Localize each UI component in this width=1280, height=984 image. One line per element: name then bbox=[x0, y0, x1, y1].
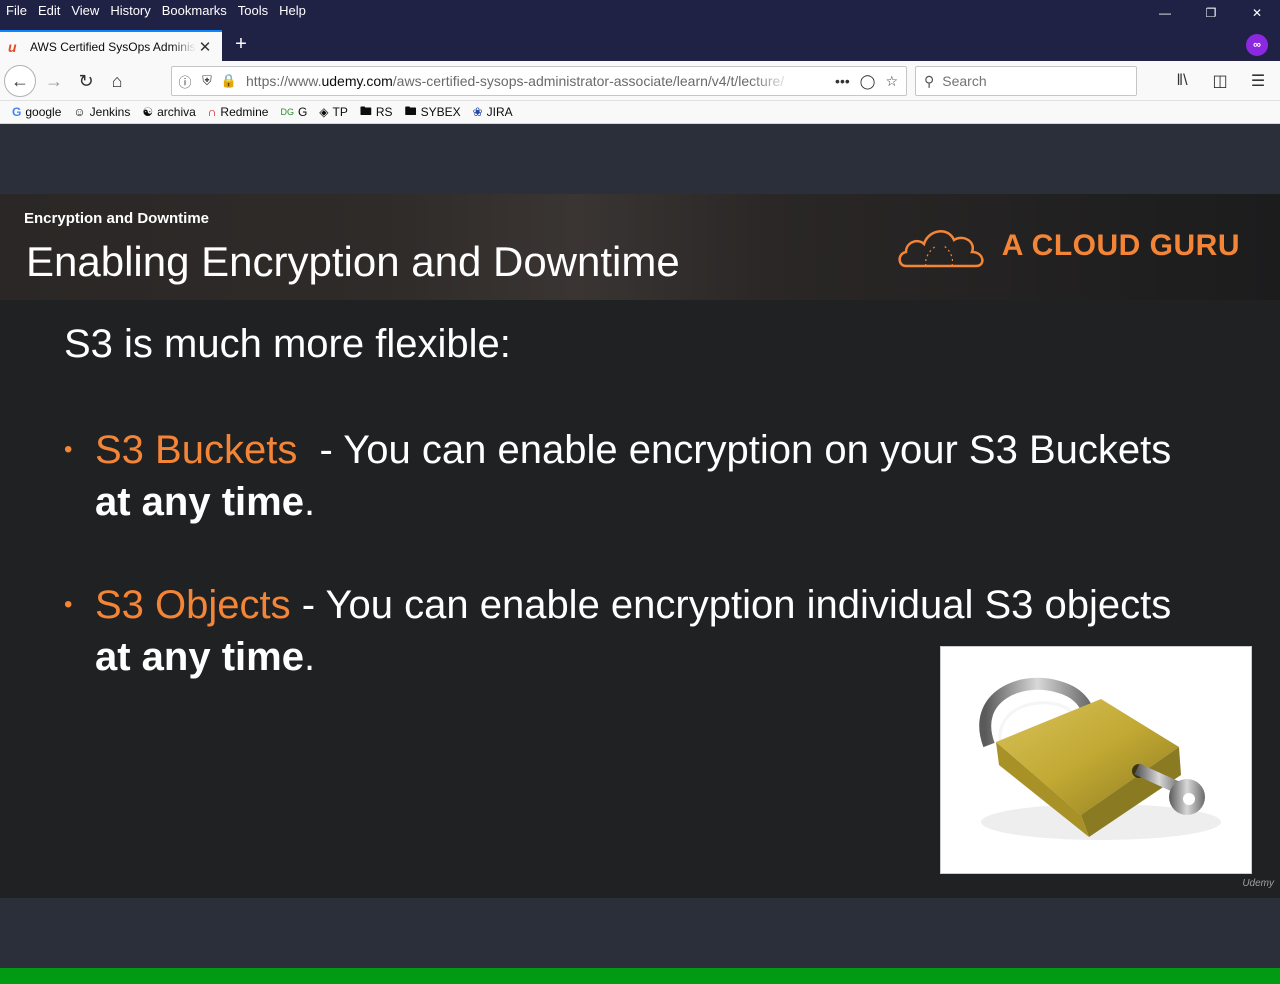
info-icon[interactable]: ⓘ bbox=[176, 72, 194, 91]
padlock-image bbox=[940, 646, 1252, 874]
bullet-s3-buckets: • S3 Buckets - You can enable encryption… bbox=[64, 424, 1224, 528]
minimize-button[interactable]: — bbox=[1142, 0, 1188, 26]
bookmark-jenkins[interactable]: ☺ Jenkins bbox=[73, 105, 130, 119]
menu-help[interactable]: Help bbox=[279, 3, 306, 18]
bookmarks-toolbar: Ggoogle ☺ Jenkins ☯ archiva ∩ Redmine DG G ◈… bbox=[0, 101, 1280, 124]
menu-bookmarks[interactable]: Bookmarks bbox=[162, 3, 227, 18]
bookmark-archiva[interactable]: ☯ archiva bbox=[142, 105, 195, 119]
bookmark-g[interactable]: DG G bbox=[280, 105, 307, 119]
jira-icon: ❀ bbox=[472, 105, 483, 119]
tab-strip: u AWS Certified SysOps Administ ✕ + ∞ bbox=[0, 26, 1280, 61]
bullet-strong: at any time bbox=[95, 635, 304, 679]
url-bar[interactable]: ⓘ ⛨ 🔒 https://www.udemy.com/aws-certifie… bbox=[171, 66, 907, 96]
brand-name: A CLOUD GURU bbox=[1001, 229, 1240, 262]
a-cloud-guru-logo: A CLOUD GURU bbox=[896, 220, 1240, 272]
bullet-dot: • bbox=[64, 436, 73, 463]
close-tab-icon[interactable]: ✕ bbox=[196, 38, 214, 56]
slide-title: Enabling Encryption and Downtime bbox=[26, 238, 680, 285]
video-progress-bar[interactable] bbox=[0, 968, 1280, 984]
udemy-watermark: Udemy bbox=[1242, 878, 1274, 889]
slide-subtitle: Encryption and Downtime bbox=[24, 210, 210, 227]
tracking-shield-icon[interactable]: ⛨ bbox=[198, 73, 216, 89]
menu-history[interactable]: History bbox=[110, 3, 150, 18]
bookmark-jira[interactable]: ❀ JIRA bbox=[473, 105, 513, 119]
restore-button[interactable]: ❐ bbox=[1188, 0, 1234, 26]
slide-header: Encryption and Downtime Enabling Encrypt… bbox=[0, 194, 1280, 300]
bullet-highlight: S3 Objects bbox=[95, 583, 291, 627]
globe-icon: ☯ bbox=[142, 105, 154, 119]
google-icon: G bbox=[12, 105, 22, 119]
padlock-icon bbox=[979, 677, 1221, 840]
title-bar: File Edit View History Bookmarks Tools H… bbox=[0, 0, 1280, 26]
url-actions: ••• ◯ ☆ bbox=[835, 73, 906, 90]
page-actions-icon[interactable]: ••• bbox=[835, 73, 850, 90]
window-controls: — ❐ ✕ bbox=[1142, 0, 1280, 26]
search-input[interactable]: ⚲ Search bbox=[915, 66, 1137, 96]
bullet-text: - You can enable encryption on your S3 B… bbox=[297, 428, 1172, 472]
toolbar-right: ‖\ ◫ ☰ bbox=[1168, 67, 1272, 95]
tab-active[interactable]: u AWS Certified SysOps Administ ✕ bbox=[0, 30, 222, 61]
url-text[interactable]: https://www.udemy.com/aws-certified-syso… bbox=[246, 73, 794, 89]
back-button[interactable]: ← bbox=[4, 65, 36, 97]
bookmark-sybex[interactable]: 🖿 SYBEX bbox=[405, 102, 461, 123]
tab-title: AWS Certified SysOps Administ bbox=[30, 39, 196, 54]
bullet-text: - You can enable encryption individual S… bbox=[290, 583, 1172, 627]
menu-view[interactable]: View bbox=[71, 3, 99, 18]
navigation-toolbar: ← → ↻ ⌂ ⓘ ⛨ 🔒 https://www.udemy.com/aws-… bbox=[0, 61, 1280, 101]
close-window-button[interactable]: ✕ bbox=[1234, 0, 1280, 26]
forward-button[interactable]: → bbox=[40, 67, 68, 95]
bullet-dot: • bbox=[64, 591, 73, 618]
new-tab-button[interactable]: + bbox=[230, 34, 252, 56]
bullet-highlight: S3 Buckets bbox=[95, 428, 298, 472]
folder-icon: 🖿 bbox=[359, 103, 372, 118]
bookmark-star-icon[interactable]: ☆ bbox=[885, 73, 898, 90]
menu-edit[interactable]: Edit bbox=[38, 3, 60, 18]
pocket-icon[interactable]: ◯ bbox=[860, 73, 876, 90]
lock-icon[interactable]: 🔒 bbox=[220, 73, 238, 89]
cloud-logo-icon bbox=[898, 230, 984, 268]
menu-file[interactable]: File bbox=[6, 3, 27, 18]
bookmark-redmine[interactable]: ∩ Redmine bbox=[208, 105, 269, 119]
g-icon: DG bbox=[280, 107, 294, 117]
bullet-strong: at any time bbox=[95, 480, 304, 524]
folder-icon: 🖿 bbox=[404, 103, 417, 118]
home-button[interactable]: ⌂ bbox=[103, 67, 131, 95]
search-icon: ⚲ bbox=[924, 72, 935, 89]
private-browsing-icon: ∞ bbox=[1246, 34, 1268, 56]
reload-button[interactable]: ↻ bbox=[72, 67, 100, 95]
udemy-icon: u bbox=[8, 38, 17, 55]
tp-icon: ◈ bbox=[319, 105, 329, 119]
menu-tools[interactable]: Tools bbox=[238, 3, 268, 18]
menu-bar: File Edit View History Bookmarks Tools H… bbox=[6, 3, 306, 18]
redmine-icon: ∩ bbox=[207, 105, 217, 119]
search-placeholder: Search bbox=[942, 73, 987, 89]
library-icon[interactable]: ‖\ bbox=[1168, 67, 1196, 95]
hamburger-menu-icon[interactable]: ☰ bbox=[1244, 67, 1272, 95]
sidebar-icon[interactable]: ◫ bbox=[1206, 67, 1234, 95]
video-player[interactable]: Encryption and Downtime Enabling Encrypt… bbox=[0, 194, 1280, 984]
bookmark-google[interactable]: Ggoogle bbox=[12, 105, 61, 119]
jenkins-icon: ☺ bbox=[73, 105, 86, 119]
bookmark-tp[interactable]: ◈ TP bbox=[319, 105, 348, 119]
page-content: Encryption and Downtime Enabling Encrypt… bbox=[0, 124, 1280, 984]
bookmark-rs[interactable]: 🖿 RS bbox=[360, 102, 393, 123]
slide-lead: S3 is much more flexible: bbox=[64, 322, 511, 366]
